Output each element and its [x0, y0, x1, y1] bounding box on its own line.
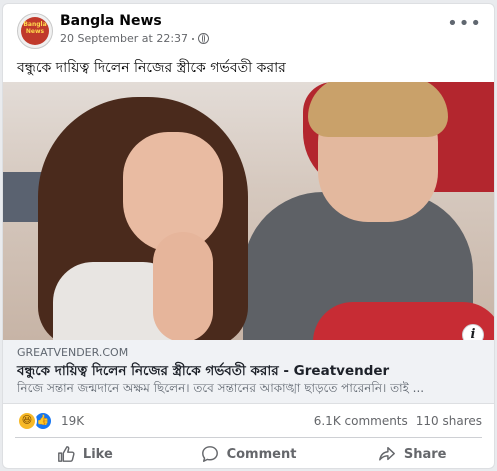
post-meta: 20 September at 22:37: [60, 32, 210, 45]
separator-dot: [192, 37, 195, 40]
shares-count[interactable]: 110 shares: [416, 414, 482, 428]
comment-label: Comment: [226, 446, 297, 462]
action-bar: Like Comment Share: [3, 438, 494, 468]
like-label: Like: [82, 446, 113, 462]
photo-man-hair: [308, 82, 448, 137]
page-name-link[interactable]: Bangla News: [60, 13, 162, 29]
page-avatar[interactable]: Bangla News: [17, 13, 53, 49]
post-caption: বন্ধুকে দায়িত্ব দিলেন নিজের স্ত্রীকে গর…: [17, 60, 286, 76]
link-preview[interactable]: GREATVENDER.COM বন্ধুকে দায়িত্ব দিলেন ন…: [3, 340, 494, 404]
like-button[interactable]: Like: [3, 438, 167, 468]
comment-button[interactable]: Comment: [167, 438, 331, 468]
share-button[interactable]: Share: [330, 438, 494, 468]
post-timestamp[interactable]: 20 September at 22:37: [60, 32, 188, 45]
link-description: নিজে সন্তান জন্মদানে অক্ষম ছিলেন। তবে সন…: [17, 381, 425, 395]
link-preview-image[interactable]: i: [3, 82, 494, 340]
haha-reaction-icon: 😆: [17, 411, 37, 431]
share-label: Share: [403, 446, 447, 462]
link-domain: GREATVENDER.COM: [17, 346, 129, 359]
reaction-count[interactable]: 19K: [61, 414, 84, 428]
comments-count[interactable]: 6.1K comments: [314, 414, 408, 428]
info-icon[interactable]: i: [462, 324, 484, 340]
more-options-icon[interactable]: •••: [447, 15, 482, 33]
reaction-summary[interactable]: 😆 👍 19K: [17, 411, 84, 431]
thumbs-up-icon: [57, 446, 75, 462]
avatar-logo-text: Bangla News: [23, 21, 47, 35]
engagement-stats: 6.1K comments 110 shares: [314, 414, 482, 428]
post-card: Bangla News Bangla News 20 September at …: [2, 3, 495, 469]
globe-icon[interactable]: [198, 33, 210, 44]
share-arrow-icon: [378, 446, 395, 461]
photo-woman-hand: [153, 232, 213, 340]
comment-bubble-icon: [201, 446, 218, 462]
